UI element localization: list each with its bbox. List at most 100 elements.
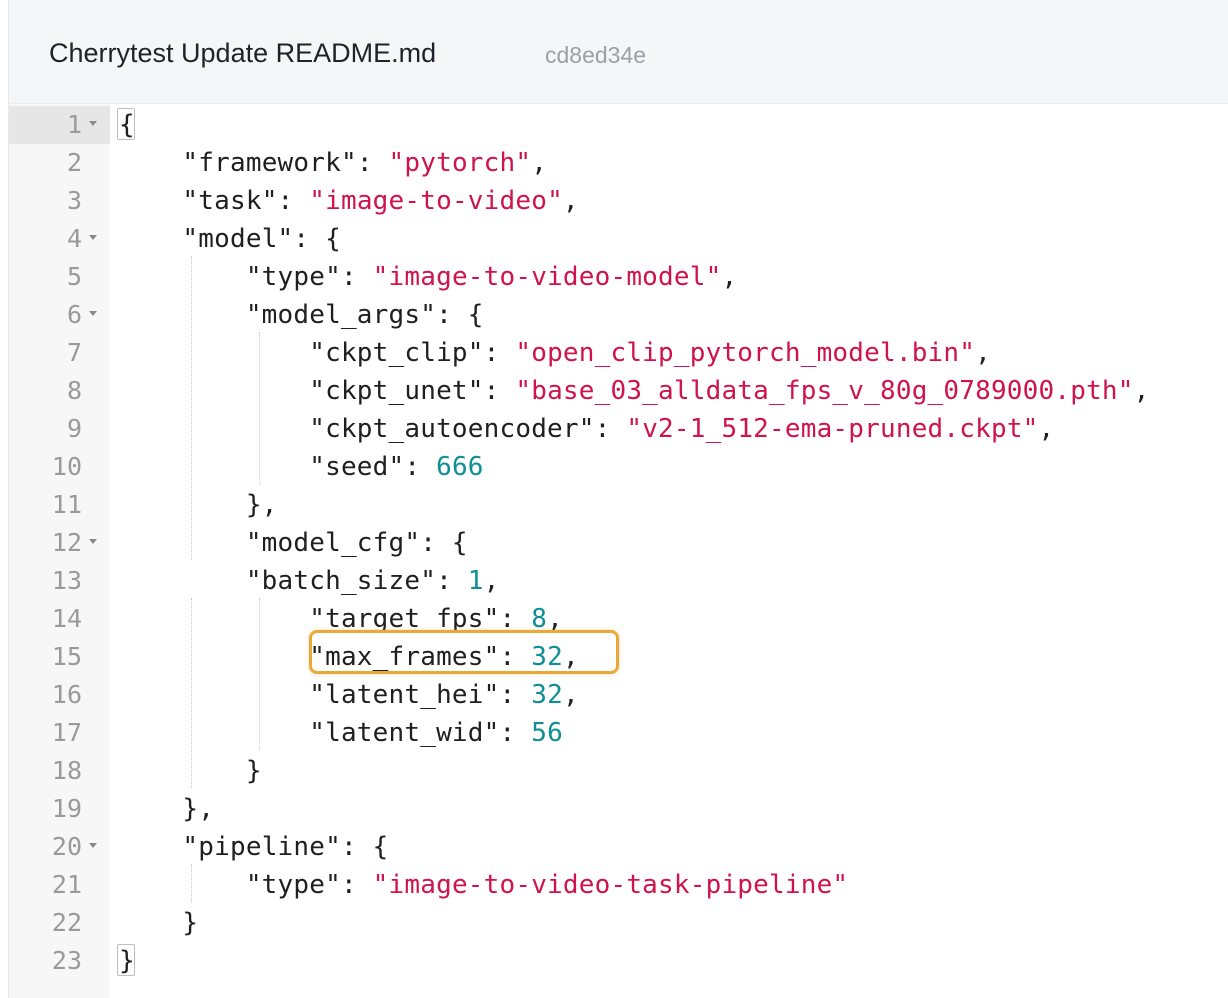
code-line[interactable]: 2 "framework": "pytorch",: [9, 144, 1228, 182]
code-text: "ckpt_clip": "open_clip_pytorch_model.bi…: [119, 334, 991, 372]
number-token: 1: [467, 566, 484, 596]
key-token: "task": [182, 186, 278, 216]
punctuation-token: [119, 832, 182, 862]
code-text: "seed": 666: [119, 448, 484, 486]
line-number: 14: [51, 604, 82, 633]
punctuation-token: [119, 642, 309, 672]
punctuation-token: [119, 300, 246, 330]
punctuation-token: [119, 224, 182, 254]
code-text: "type": "image-to-video-task-pipeline": [119, 866, 848, 904]
line-number: 15: [51, 642, 82, 671]
highlight-box: [309, 630, 619, 674]
line-number: 20: [51, 832, 82, 861]
key-token: "seed": [309, 452, 405, 482]
fold-toggle-icon[interactable]: [89, 311, 97, 316]
punctuation-token: :: [356, 148, 389, 178]
punctuation-token: [119, 718, 309, 748]
line-number: 5: [66, 262, 82, 291]
string-token: "image-to-video": [309, 186, 563, 216]
line-number: 19: [51, 794, 82, 823]
code-line[interactable]: 3 "task": "image-to-video",: [9, 182, 1228, 220]
line-number: 11: [51, 490, 82, 519]
punctuation-token: }: [119, 908, 199, 938]
key-token: "batch_size": [245, 566, 437, 596]
key-token: "model_cfg": [245, 528, 421, 558]
punctuation-token: :: [277, 186, 310, 216]
code-text: "task": "image-to-video",: [119, 182, 579, 220]
fold-toggle-icon[interactable]: [89, 539, 97, 544]
punctuation-token: :: [499, 680, 532, 710]
line-number: 17: [51, 718, 82, 747]
indent-guide: [191, 598, 192, 788]
punctuation-token: ,: [975, 338, 991, 368]
key-token: "pipeline": [182, 832, 341, 862]
punctuation-token: [119, 452, 309, 482]
code-text: "model": {: [119, 220, 341, 258]
punctuation-token: : {: [340, 832, 389, 862]
punctuation-token: },: [119, 490, 278, 520]
code-text: }: [119, 904, 198, 942]
key-token: "model": [182, 224, 294, 254]
number-token: 32: [531, 680, 563, 710]
code-line[interactable]: 19 },: [9, 790, 1228, 828]
string-token: "base_03_alldata_fps_v_80g_0789000.pth": [515, 376, 1134, 406]
punctuation-token: [119, 376, 309, 406]
code-text: "latent_hei": 32,: [119, 676, 579, 714]
code-line[interactable]: 13 "batch_size": 1,: [9, 562, 1228, 600]
punctuation-token: :: [404, 452, 437, 482]
indent-guide: [191, 864, 192, 902]
line-number: 23: [51, 946, 82, 975]
fold-toggle-icon[interactable]: [89, 235, 97, 240]
key-token: "ckpt_unet": [309, 376, 484, 406]
code-editor[interactable]: 1{2 "framework": "pytorch", 3 "task": "im…: [9, 104, 1228, 998]
matching-brace-marker: [117, 944, 135, 976]
punctuation-token: ,: [483, 566, 500, 596]
line-number: 16: [51, 680, 82, 709]
line-number: 9: [66, 414, 82, 443]
code-line[interactable]: 20 "pipeline": {: [9, 828, 1228, 866]
key-token: "type": [245, 262, 341, 292]
fold-toggle-icon[interactable]: [89, 843, 97, 848]
punctuation-token: ,: [531, 148, 548, 178]
code-line[interactable]: 1{: [9, 106, 1228, 144]
code-text: "ckpt_unet": "base_03_alldata_fps_v_80g_…: [119, 372, 1150, 410]
punctuation-token: [119, 186, 182, 216]
code-text: },: [119, 790, 214, 828]
commit-title[interactable]: Cherrytest Update README.md: [49, 38, 436, 69]
key-token: "latent_wid": [309, 718, 500, 748]
string-token: "open_clip_pytorch_model.bin": [515, 338, 976, 368]
commit-header: Cherrytest Update README.md cd8ed34e: [9, 0, 1228, 104]
line-number: 22: [51, 908, 82, 937]
number-token: 56: [531, 718, 563, 748]
punctuation-token: ,: [721, 262, 738, 292]
line-number: 2: [66, 148, 82, 177]
line-number: 3: [66, 186, 82, 215]
key-token: "model_args": [245, 300, 437, 330]
code-text: },: [119, 486, 278, 524]
code-text: "latent_wid": 56: [119, 714, 563, 752]
key-token: "framework": [182, 148, 357, 178]
commit-hash[interactable]: cd8ed34e: [545, 42, 646, 69]
code-text: "pipeline": {: [119, 828, 389, 866]
code-line[interactable]: 23}: [9, 942, 1228, 980]
code-line[interactable]: 4 "model": {: [9, 220, 1228, 258]
punctuation-token: : {: [420, 528, 468, 558]
line-number: 10: [51, 452, 82, 481]
line-number: 21: [51, 870, 82, 899]
line-number: 7: [66, 338, 82, 367]
indent-guide: [259, 332, 260, 484]
punctuation-token: :: [499, 718, 532, 748]
line-number: 1: [66, 110, 82, 139]
punctuation-token: :: [594, 414, 627, 444]
punctuation-token: [119, 680, 309, 710]
line-number: 8: [66, 376, 82, 405]
fold-toggle-icon[interactable]: [89, 121, 97, 126]
code-text: "type": "image-to-video-model",: [119, 258, 737, 296]
code-line[interactable]: 22 }: [9, 904, 1228, 942]
punctuation-token: [119, 870, 246, 900]
punctuation-token: [119, 262, 246, 292]
line-number: 6: [66, 300, 82, 329]
punctuation-token: : {: [293, 224, 341, 254]
code-text: "model_cfg": {: [119, 524, 468, 562]
string-token: "image-to-video-model": [372, 262, 722, 292]
